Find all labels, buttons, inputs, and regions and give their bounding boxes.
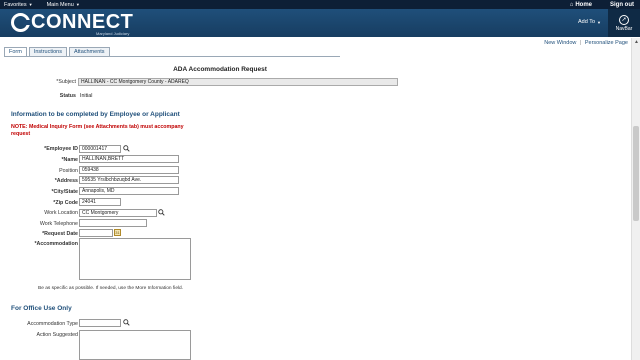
name-input[interactable]: HALLINAN,BRETT	[79, 155, 179, 163]
brand-subtitle: Maryland Judiciary	[96, 31, 130, 36]
subject-field: HALLINAN - CC Montgomery County - ADAREQ	[78, 78, 398, 86]
subject-label: *Subject	[56, 79, 76, 85]
navbar-label: NavBar	[615, 25, 633, 32]
chevron-down-icon: ▼	[597, 19, 601, 25]
search-icon[interactable]	[158, 209, 165, 216]
scroll-up-icon[interactable]: ▲	[632, 38, 640, 46]
favorites-menu[interactable]: Favorites ▼	[0, 2, 37, 8]
accommodation-label: *Accommodation	[34, 241, 78, 247]
action-suggested-label: Action Suggested	[36, 332, 78, 338]
sign-out-link[interactable]: Sign out	[604, 2, 640, 8]
accommodation-type-label: Accommodation Type	[27, 321, 78, 327]
position-label: Position	[59, 168, 78, 174]
tab-divider	[4, 56, 340, 57]
personalize-page-link[interactable]: Personalize Page	[585, 40, 628, 46]
sign-out-label: Sign out	[610, 1, 634, 8]
accommodation-type-input[interactable]	[79, 319, 121, 327]
system-menu-bar: Favorites ▼ Main Menu ▼ ⌂ Home Sign out	[0, 0, 640, 9]
link-separator: |	[579, 40, 582, 46]
home-link[interactable]: ⌂ Home	[564, 2, 598, 8]
logo-mark-icon	[11, 12, 30, 32]
status-label: Status	[59, 93, 76, 99]
main-menu-label: Main Menu	[46, 1, 74, 8]
action-suggested-textarea[interactable]	[79, 330, 191, 360]
address-label: *Address	[54, 178, 78, 184]
brand-name: CONNECT	[31, 11, 134, 33]
navbar-button[interactable]: ➚ NavBar	[608, 9, 640, 37]
search-icon[interactable]	[123, 319, 130, 326]
address-input[interactable]: 59535 Yrslbchbzuqbd Ave.	[79, 176, 179, 184]
accommodation-textarea[interactable]	[79, 238, 191, 280]
home-icon: ⌂	[569, 1, 574, 8]
tab-form[interactable]: Form	[4, 47, 27, 56]
employee-id-input[interactable]: 000001417	[79, 145, 121, 153]
page-title: ADA Accommodation Request	[173, 66, 267, 73]
employee-id-label: *Employee ID	[44, 146, 78, 152]
add-to-label: Add To	[578, 19, 596, 25]
name-label: *Name	[61, 157, 79, 163]
chevron-down-icon: ▼	[28, 2, 33, 7]
brand-header: CONNECT Maryland Judiciary Add To ▼ ➚ Na…	[0, 9, 640, 37]
status-value: Initial	[80, 93, 93, 99]
city-state-input[interactable]: Annapolis, MD	[79, 187, 179, 195]
medical-inquiry-note: NOTE: Medical Inquiry Form (see Attachme…	[11, 124, 184, 137]
accommodation-hint: Be as specific as possible. If needed, u…	[38, 286, 184, 291]
connect-logo: CONNECT	[11, 12, 133, 32]
calendar-icon[interactable]: 31	[114, 229, 121, 236]
work-location-input[interactable]: CC Montgomery	[79, 209, 157, 217]
section-office-use: For Office Use Only	[11, 305, 72, 312]
compass-icon: ➚	[619, 14, 629, 25]
scrollbar-thumb[interactable]	[633, 126, 639, 221]
work-location-label: Work Location	[44, 210, 78, 216]
zip-code-input[interactable]: 24041	[79, 198, 121, 206]
form-tabs: Form Instructions Attachments	[4, 47, 110, 56]
new-window-link[interactable]: New Window	[544, 40, 576, 46]
request-date-label: *Request Date	[42, 231, 78, 237]
work-telephone-label: Work Telephone	[39, 221, 78, 227]
city-state-label: *City/State	[51, 189, 79, 195]
add-to-menu[interactable]: Add To ▼	[578, 19, 601, 25]
zip-code-label: *Zip Code	[53, 200, 78, 206]
tab-attachments[interactable]: Attachments	[68, 47, 110, 56]
home-label: Home	[575, 1, 592, 8]
section-employee-info: Information to be completed by Employee …	[11, 111, 180, 118]
main-menu[interactable]: Main Menu ▼	[43, 2, 84, 8]
vertical-scrollbar[interactable]: ▲	[631, 38, 640, 360]
page-links: New Window | Personalize Page	[544, 40, 628, 46]
request-date-input[interactable]	[79, 229, 113, 237]
position-input[interactable]: 059438	[79, 166, 179, 174]
work-telephone-input[interactable]	[79, 219, 147, 227]
search-icon[interactable]	[123, 145, 130, 152]
chevron-down-icon: ▼	[75, 2, 80, 7]
favorites-label: Favorites	[4, 1, 27, 8]
tab-instructions[interactable]: Instructions	[28, 47, 67, 56]
